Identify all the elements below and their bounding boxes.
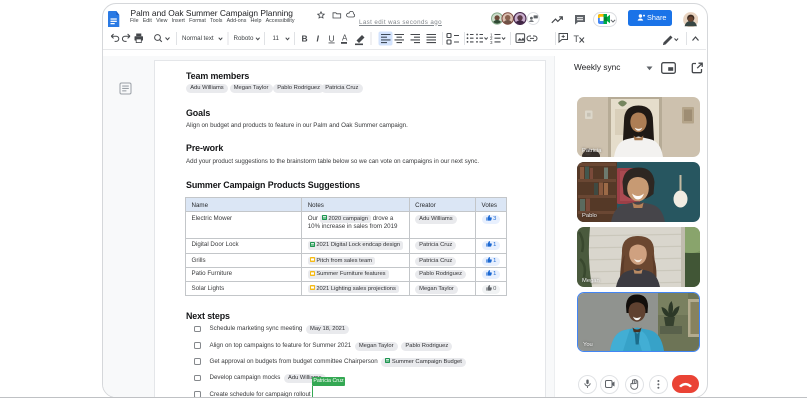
svg-text:I: I — [317, 34, 320, 44]
svg-text:A: A — [342, 34, 348, 43]
svg-text:U: U — [329, 34, 335, 44]
svg-text:3: 3 — [490, 40, 493, 45]
svg-text:B: B — [302, 34, 308, 44]
svg-text:T: T — [574, 34, 580, 44]
